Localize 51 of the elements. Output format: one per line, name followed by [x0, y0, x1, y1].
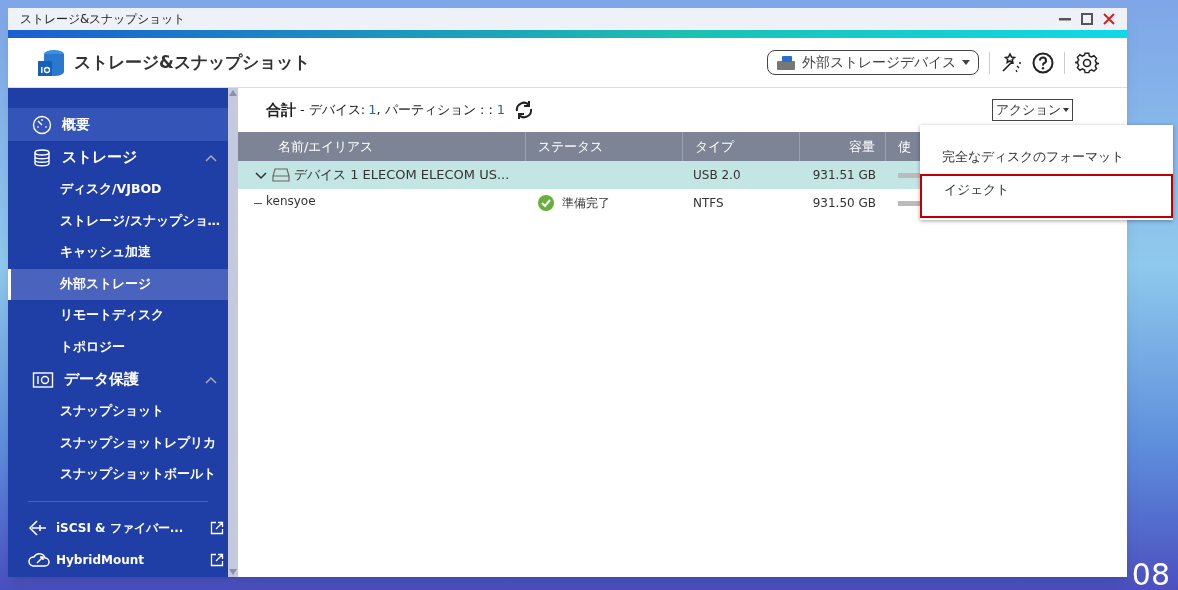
sidebar-item[interactable]: スナップショット — [8, 396, 228, 428]
settings-icon[interactable] — [1075, 50, 1099, 75]
sidebar-item[interactable]: トポロジー — [8, 331, 228, 363]
table-cell-text: 931.51 GB — [812, 167, 876, 184]
window-title: ストレージ&スナップショット — [20, 11, 186, 28]
summary-label: 合計 — [266, 99, 296, 121]
camera-icon — [32, 369, 54, 390]
external-link-icon[interactable] — [210, 520, 224, 535]
sidebar-item[interactable]: 概要 — [8, 108, 228, 141]
sidebar-item[interactable]: スナップショットレプリカ — [8, 427, 228, 459]
sidebar-item[interactable]: キャッシュ加速 — [8, 237, 228, 269]
collapse-chevron-icon[interactable] — [204, 152, 218, 163]
sidebar-item[interactable]: ストレージ/スナップショ… — [8, 205, 228, 237]
table-cell-text: USB 2.0 — [693, 167, 741, 184]
gauge-icon — [32, 114, 52, 135]
caret-icon — [1063, 108, 1069, 112]
collapse-chevron-icon[interactable] — [204, 374, 218, 385]
maximize-icon[interactable] — [1081, 13, 1093, 25]
database-icon — [32, 147, 52, 168]
sidebar-link[interactable]: iSCSI & ファイバー... — [8, 511, 228, 544]
close-icon[interactable] — [1103, 13, 1115, 25]
app-title: ストレージ&スナップショット — [74, 50, 310, 74]
menu-item[interactable]: イジェクト — [920, 174, 1173, 218]
help-icon[interactable] — [1032, 51, 1054, 74]
check-circle-icon — [538, 195, 554, 211]
caret-icon — [962, 59, 970, 66]
expand-chevron-icon[interactable] — [254, 170, 268, 180]
table-cell-text: 準備完了 — [562, 195, 610, 212]
sidebar-item[interactable]: ディスク/VJBOD — [8, 174, 228, 206]
magic-wand-icon[interactable] — [1000, 51, 1022, 74]
partition-count: 1 — [496, 101, 506, 120]
summary-text: , パーティション : : — [376, 101, 493, 120]
desktop-clock: 08 — [1131, 560, 1170, 590]
device-selector[interactable]: 外部ストレージデバイス — [767, 50, 979, 75]
sidebar-item[interactable]: リモートディスク — [8, 300, 228, 332]
storage-app-icon — [36, 47, 66, 78]
action-button[interactable]: アクション — [992, 99, 1073, 121]
drive-icon — [776, 54, 796, 71]
sidebar-group[interactable]: ストレージ — [8, 141, 228, 174]
sidebar-group[interactable]: データ保護 — [8, 363, 228, 396]
table-cell-text: NTFS — [693, 195, 724, 212]
sidebar-item[interactable]: 外部ストレージ — [8, 268, 228, 300]
summary-text: - デバイス: — [300, 101, 366, 120]
drive-icon — [272, 168, 290, 182]
external-link-icon[interactable] — [210, 552, 224, 567]
sidebar-item[interactable]: スナップショットボールト — [8, 459, 228, 491]
table-cell-text: 931.50 GB — [812, 195, 876, 212]
device-count: 1 — [368, 101, 377, 120]
sidebar-link[interactable]: HybridMount — [8, 543, 228, 576]
table-cell-text: デバイス 1 ELECOM ELECOM US... — [294, 166, 510, 185]
table-cell-text: kensyoe — [266, 193, 316, 210]
